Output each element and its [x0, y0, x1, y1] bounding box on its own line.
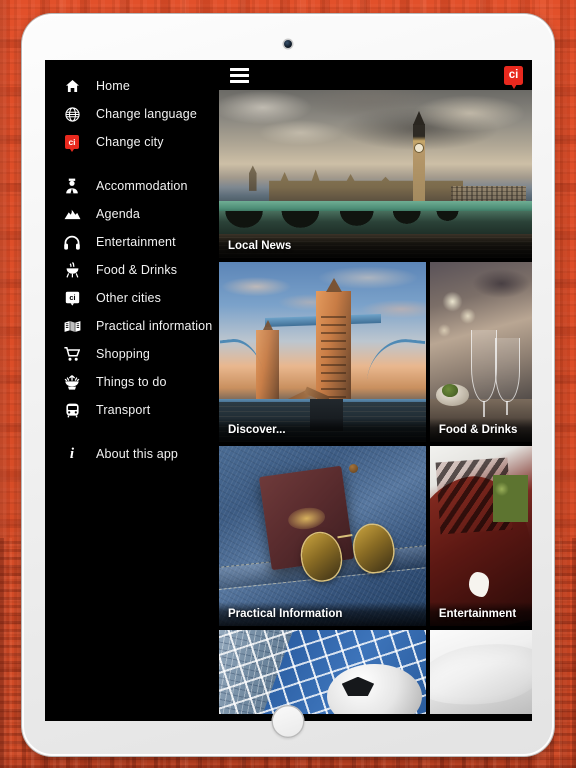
sidebar-item-change-language[interactable]: Change language: [45, 100, 219, 128]
tile-caption: Practical Information: [219, 602, 426, 626]
tile-caption: Entertainment: [429, 602, 532, 626]
front-camera: [284, 40, 292, 48]
tile-caption: Discover...: [219, 418, 426, 442]
sidebar-item-about-this-app[interactable]: i About this app: [45, 440, 219, 468]
ci-badge-text: ci: [65, 135, 79, 149]
sidebar-item-food-drinks[interactable]: Food & Drinks: [45, 256, 219, 284]
sidebar-item-label: Accommodation: [96, 179, 188, 193]
tile-image-practical-information: [219, 446, 426, 626]
sidebar-item-label: Home: [96, 79, 130, 93]
concierge-icon: [61, 176, 83, 196]
tile-entertainment[interactable]: Entertainment: [429, 446, 532, 626]
sidebar-item-label: Transport: [96, 403, 151, 417]
hamburger-bar: [230, 67, 249, 71]
tile-row: [219, 630, 532, 714]
sidebar-item-label: Agenda: [96, 207, 140, 221]
sidebar-item-label: Practical information: [96, 319, 213, 333]
hamburger-menu-icon[interactable]: [230, 65, 249, 86]
hamburger-bar: [230, 73, 249, 77]
sidebar-item-transport[interactable]: Transport: [45, 396, 219, 424]
sidebar-item-entertainment[interactable]: Entertainment: [45, 228, 219, 256]
tile-row: Discover... Food & Drinks: [219, 262, 532, 442]
hamburger-bar: [230, 79, 249, 83]
sidebar-item-label: Food & Drinks: [96, 263, 178, 277]
sidebar-item-label: Change city: [96, 135, 164, 149]
shopping-cart-icon: [61, 344, 83, 364]
tile-caption: Food & Drinks: [429, 418, 532, 442]
tile-sports[interactable]: [219, 630, 426, 714]
tile-image-food-drinks: [429, 262, 532, 442]
tile-discover[interactable]: Discover...: [219, 262, 426, 442]
tile-image-sports: [219, 630, 426, 714]
sidebar-item-practical-information[interactable]: Practical information: [45, 312, 219, 340]
sidebar-navigation: Home Change language ci Change city Acco…: [45, 60, 219, 721]
app-top-bar: ci: [219, 60, 532, 90]
sidebar-item-label: Other cities: [96, 291, 162, 305]
tile-image-discover: [219, 262, 426, 442]
sidebar-item-label: About this app: [96, 447, 179, 461]
globe-icon: [61, 104, 83, 124]
tile-grid: Local News Discover... Food & Drinks Pra…: [219, 90, 532, 721]
info-icon: i: [69, 445, 75, 462]
fountain-icon: [61, 372, 83, 392]
sidebar-item-label: Entertainment: [96, 235, 176, 249]
main-content: ci Local News Discover... Food & Drinks …: [219, 60, 532, 721]
sidebar-item-other-cities[interactable]: ci Other cities: [45, 284, 219, 312]
ci-badge-icon: ci: [61, 132, 83, 152]
tile-row: Practical Information Entertainment: [219, 446, 532, 626]
sidebar-group-divider: [45, 424, 219, 440]
sidebar-group-divider: [45, 156, 219, 172]
tile-food-drinks[interactable]: Food & Drinks: [429, 262, 532, 442]
tile-hotels[interactable]: [429, 630, 532, 714]
tile-practical-information[interactable]: Practical Information: [219, 446, 426, 626]
grill-icon: [61, 260, 83, 280]
open-map-icon: [61, 316, 83, 336]
sidebar-item-home[interactable]: Home: [45, 72, 219, 100]
home-icon: [61, 76, 83, 96]
tile-caption: Local News: [219, 234, 532, 258]
home-button[interactable]: [271, 705, 305, 738]
sidebar-item-change-city[interactable]: ci Change city: [45, 128, 219, 156]
tile-image-entertainment: [429, 446, 532, 626]
sidebar-item-label: Shopping: [96, 347, 151, 361]
calendar-mountain-icon: [61, 204, 83, 224]
svg-text:ci: ci: [69, 293, 75, 302]
headphones-icon: [61, 232, 83, 252]
sidebar-item-label: Change language: [96, 107, 197, 121]
tile-row: Local News: [219, 90, 532, 258]
bus-icon: [61, 400, 83, 420]
sidebar-item-things-to-do[interactable]: Things to do: [45, 368, 219, 396]
sidebar-item-accommodation[interactable]: Accommodation: [45, 172, 219, 200]
tile-image-hotels: [429, 630, 532, 714]
sidebar-item-shopping[interactable]: Shopping: [45, 340, 219, 368]
tile-local-news[interactable]: Local News: [219, 90, 532, 258]
app-screen: Home Change language ci Change city Acco…: [45, 60, 532, 721]
sidebar-item-label: Things to do: [96, 375, 167, 389]
sidebar-item-agenda[interactable]: Agenda: [45, 200, 219, 228]
ci-brand-logo[interactable]: ci: [504, 65, 523, 85]
city-marker-icon: ci: [61, 288, 83, 308]
tile-image-local-news: [219, 90, 532, 258]
tablet-device-frame: Home Change language ci Change city Acco…: [22, 14, 554, 756]
